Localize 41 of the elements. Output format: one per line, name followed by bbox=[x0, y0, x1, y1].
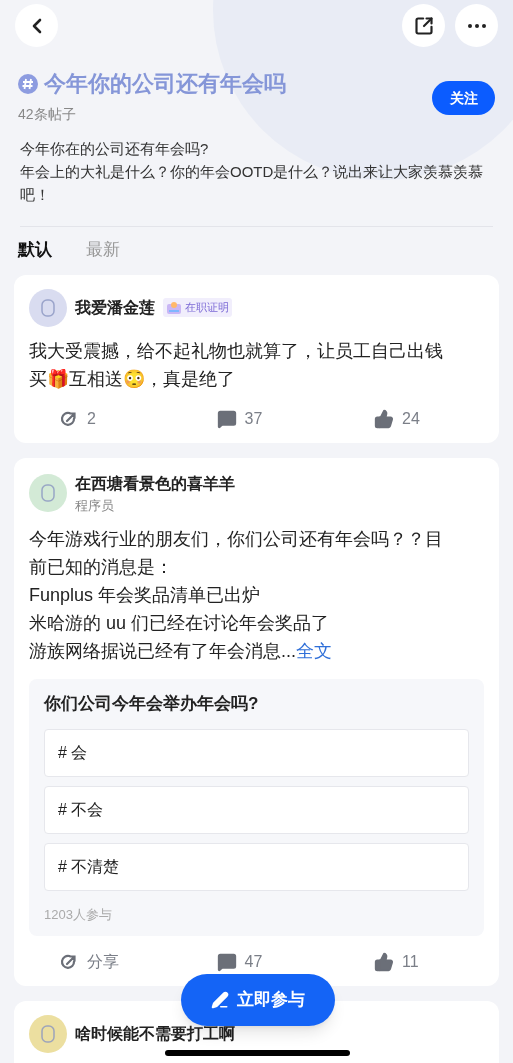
topic-title: 今年你的公司还有年会吗 bbox=[44, 70, 286, 98]
share-icon bbox=[413, 15, 434, 36]
topic-description: 年会上的大礼是什么？你的年会OOTD是什么？说出来让大家羡慕羡慕吧！ bbox=[20, 162, 485, 205]
author-title: 程序员 bbox=[75, 496, 115, 515]
stat-count: 24 bbox=[402, 408, 420, 429]
like-icon bbox=[374, 408, 394, 429]
stat-count: 11 bbox=[402, 952, 419, 972]
back-button[interactable] bbox=[15, 4, 58, 47]
poll-question: 你们公司今年会举办年会吗? bbox=[44, 693, 260, 715]
post-text: 今年游戏行业的朋友们，你们公司还有年会吗？？目前已知的消息是： bbox=[29, 528, 444, 579]
author-name[interactable]: 我爱潘金莲 bbox=[75, 295, 155, 320]
join-button[interactable]: 立即参与 bbox=[181, 974, 335, 1026]
poll-option[interactable]: # 会 bbox=[44, 728, 469, 777]
comment-icon bbox=[216, 408, 237, 429]
post-text: Funplus 年会奖品清单已出炉 bbox=[29, 584, 262, 607]
post-text: 我大受震撼，给不起礼物也就算了，让员工自己出钱买🎁互相送😳，真是绝了 bbox=[29, 339, 444, 391]
poll-option[interactable]: # 不会 bbox=[44, 785, 469, 834]
id-card-icon bbox=[166, 300, 182, 315]
post-count: 42条帖子 bbox=[18, 105, 77, 124]
post-text: 米哈游的 uu 们已经在讨论年会奖品了 bbox=[29, 612, 331, 635]
stat-count: 2 bbox=[87, 408, 96, 429]
pen-icon bbox=[211, 991, 229, 1009]
topic-description: 今年你在的公司还有年会吗? bbox=[20, 139, 210, 159]
avatar bbox=[29, 288, 67, 327]
stat-count: 47 bbox=[244, 952, 263, 972]
share-icon bbox=[59, 952, 79, 972]
more-icon bbox=[467, 23, 486, 28]
poll-option[interactable]: # 不清楚 bbox=[44, 842, 469, 891]
hashtag-icon bbox=[18, 73, 38, 94]
read-more-link[interactable]: 全文 bbox=[296, 641, 332, 661]
avatar bbox=[29, 1015, 67, 1053]
tab[interactable]: 默认 bbox=[18, 237, 52, 263]
verification-badge: 在职证明 bbox=[163, 298, 232, 317]
post-text: 游族网络据说已经有了年会消息...全文 bbox=[29, 640, 333, 663]
participant-count: 1203人参与 bbox=[44, 905, 113, 924]
like-icon bbox=[374, 952, 394, 972]
stat-count: 37 bbox=[244, 408, 263, 429]
stat-count: 分享 bbox=[87, 952, 119, 972]
author-name[interactable]: 在西塘看景色的喜羊羊 bbox=[75, 471, 235, 496]
comment-icon bbox=[216, 952, 237, 972]
avatar bbox=[29, 474, 67, 513]
